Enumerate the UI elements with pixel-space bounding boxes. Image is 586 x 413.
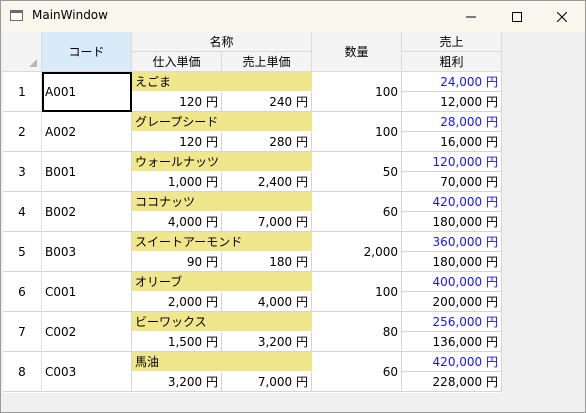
gross-profit-cell[interactable]: 228,000 円 <box>402 372 502 392</box>
grid-corner[interactable] <box>3 32 42 72</box>
column-header-quantity[interactable]: 数量 <box>312 32 402 72</box>
gross-profit-cell[interactable]: 136,000 円 <box>402 332 502 352</box>
table-row[interactable]: 2 A002 グレープシード 120 円 280 円 100 28,000 円 … <box>3 112 502 152</box>
table-row[interactable]: 4 B002 ココナッツ 4,000 円 7,000 円 60 420,000 … <box>3 192 502 232</box>
row-header[interactable]: 4 <box>3 192 42 232</box>
minimize-icon <box>466 16 476 17</box>
gross-profit-cell[interactable]: 180,000 円 <box>402 212 502 232</box>
sale-price-cell[interactable]: 7,000 円 <box>222 212 312 232</box>
minimize-button[interactable] <box>448 1 494 32</box>
column-header-purchase-price[interactable]: 仕入単価 <box>132 52 222 72</box>
code-cell[interactable]: C003 <box>42 352 132 392</box>
table-row[interactable]: 8 C003 馬油 3,200 円 7,000 円 60 420,000 円 2… <box>3 352 502 392</box>
name-cell[interactable]: オリーブ <box>132 272 312 292</box>
gross-profit-cell[interactable]: 16,000 円 <box>402 132 502 152</box>
window-icon <box>10 10 23 21</box>
column-header-sale-price[interactable]: 売上単価 <box>222 52 312 72</box>
quantity-cell[interactable]: 100 <box>312 272 402 312</box>
row-header[interactable]: 1 <box>3 72 42 112</box>
name-cell[interactable]: ココナッツ <box>132 192 312 212</box>
code-cell[interactable]: C001 <box>42 272 132 312</box>
select-all-icon <box>29 59 37 67</box>
row-header[interactable]: 6 <box>3 272 42 312</box>
close-button[interactable] <box>539 1 585 32</box>
column-header-sales[interactable]: 売上 <box>402 32 502 52</box>
gross-profit-cell[interactable]: 70,000 円 <box>402 172 502 192</box>
table-row[interactable]: 1 A001 えごま 120 円 240 円 100 24,000 円 12,0… <box>3 72 502 112</box>
code-cell[interactable]: A002 <box>42 112 132 152</box>
sales-cell[interactable]: 120,000 円 <box>402 152 502 172</box>
title-bar[interactable]: MainWindow <box>1 1 585 32</box>
purchase-price-cell[interactable]: 4,000 円 <box>132 212 222 232</box>
quantity-cell[interactable]: 60 <box>312 192 402 232</box>
quantity-cell[interactable]: 60 <box>312 352 402 392</box>
column-header-code[interactable]: コード <box>42 32 132 72</box>
product-grid[interactable]: コード 名称 仕入単価 売上単価 数量 売上 粗利 1 A001 えごま 120… <box>3 32 502 393</box>
sales-cell[interactable]: 256,000 円 <box>402 312 502 332</box>
purchase-price-cell[interactable]: 1,500 円 <box>132 332 222 352</box>
sale-price-cell[interactable]: 240 円 <box>222 92 312 112</box>
purchase-price-cell[interactable]: 3,200 円 <box>132 372 222 392</box>
sale-price-cell[interactable]: 180 円 <box>222 252 312 272</box>
main-window: MainWindow コード 名称 仕入単価 売上単価 数量 売上 粗利 1 A… <box>0 0 586 413</box>
sales-cell[interactable]: 400,000 円 <box>402 272 502 292</box>
name-cell[interactable]: えごま <box>132 72 312 92</box>
row-header[interactable]: 3 <box>3 152 42 192</box>
sale-price-cell[interactable]: 7,000 円 <box>222 372 312 392</box>
row-header[interactable]: 7 <box>3 312 42 352</box>
row-header[interactable]: 5 <box>3 232 42 272</box>
purchase-price-cell[interactable]: 2,000 円 <box>132 292 222 312</box>
quantity-cell[interactable]: 50 <box>312 152 402 192</box>
row-header[interactable]: 2 <box>3 112 42 152</box>
sales-cell[interactable]: 28,000 円 <box>402 112 502 132</box>
code-cell[interactable]: B003 <box>42 232 132 272</box>
purchase-price-cell[interactable]: 120 円 <box>132 92 222 112</box>
purchase-price-cell[interactable]: 1,000 円 <box>132 172 222 192</box>
name-cell[interactable]: 馬油 <box>132 352 312 372</box>
sales-cell[interactable]: 360,000 円 <box>402 232 502 252</box>
gross-profit-cell[interactable]: 12,000 円 <box>402 92 502 112</box>
sale-price-cell[interactable]: 4,000 円 <box>222 292 312 312</box>
window-title: MainWindow <box>32 8 108 22</box>
code-cell[interactable]: A001 <box>42 72 132 112</box>
gross-profit-cell[interactable]: 200,000 円 <box>402 292 502 312</box>
table-row[interactable]: 7 C002 ビーワックス 1,500 円 3,200 円 80 256,000… <box>3 312 502 352</box>
quantity-cell[interactable]: 100 <box>312 112 402 152</box>
quantity-cell[interactable]: 100 <box>312 72 402 112</box>
name-cell[interactable]: グレープシード <box>132 112 312 132</box>
table-row[interactable]: 5 B003 スイートアーモンド 90 円 180 円 2,000 360,00… <box>3 232 502 272</box>
name-cell[interactable]: ビーワックス <box>132 312 312 332</box>
table-row[interactable]: 6 C001 オリーブ 2,000 円 4,000 円 100 400,000 … <box>3 272 502 312</box>
gross-profit-cell[interactable]: 180,000 円 <box>402 252 502 272</box>
code-cell[interactable]: B001 <box>42 152 132 192</box>
name-cell[interactable]: スイートアーモンド <box>132 232 312 252</box>
quantity-cell[interactable]: 80 <box>312 312 402 352</box>
sale-price-cell[interactable]: 2,400 円 <box>222 172 312 192</box>
sales-cell[interactable]: 420,000 円 <box>402 192 502 212</box>
row-header[interactable]: 8 <box>3 352 42 392</box>
table-row[interactable]: 3 B001 ウォールナッツ 1,000 円 2,400 円 50 120,00… <box>3 152 502 192</box>
sales-cell[interactable]: 420,000 円 <box>402 352 502 372</box>
sales-cell[interactable]: 24,000 円 <box>402 72 502 92</box>
maximize-icon <box>512 11 522 22</box>
grid-empty-area <box>502 32 585 393</box>
code-cell[interactable]: C002 <box>42 312 132 352</box>
close-icon <box>557 11 567 22</box>
sale-price-cell[interactable]: 3,200 円 <box>222 332 312 352</box>
purchase-price-cell[interactable]: 120 円 <box>132 132 222 152</box>
column-header-gross-profit[interactable]: 粗利 <box>402 52 502 72</box>
sale-price-cell[interactable]: 280 円 <box>222 132 312 152</box>
column-header-name[interactable]: 名称 <box>132 32 312 52</box>
quantity-cell[interactable]: 2,000 <box>312 232 402 272</box>
code-cell[interactable]: B002 <box>42 192 132 232</box>
maximize-button[interactable] <box>494 1 540 32</box>
purchase-price-cell[interactable]: 90 円 <box>132 252 222 272</box>
name-cell[interactable]: ウォールナッツ <box>132 152 312 172</box>
